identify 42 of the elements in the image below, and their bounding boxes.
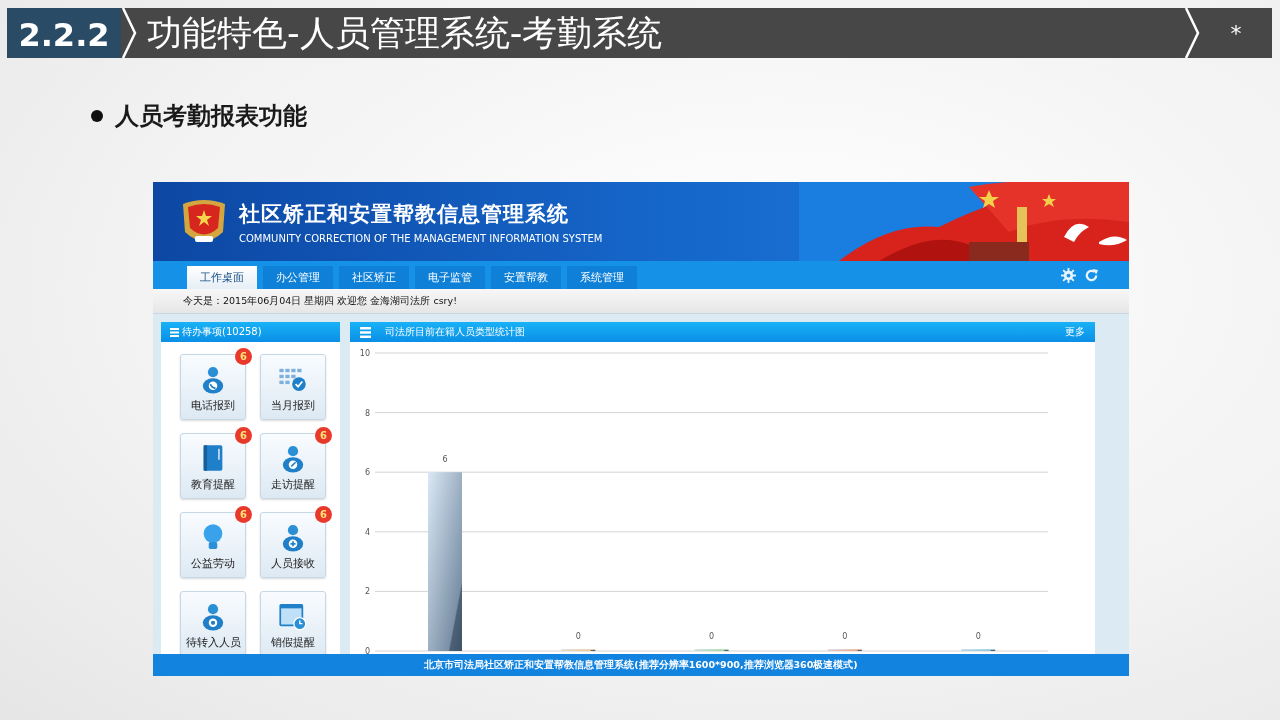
shortcut-tile[interactable]: 销假提醒 bbox=[260, 591, 326, 654]
nav-tab[interactable]: 系统管理 bbox=[567, 266, 637, 289]
data-label: 0 bbox=[975, 632, 981, 641]
slide-title: 功能特色-人员管理系统-考勤系统 bbox=[146, 11, 664, 55]
footer-text: 北京市司法局社区矫正和安置帮教信息管理系统(推荐分辨率1600*900,推荐浏览器360极速模式) bbox=[153, 654, 1129, 676]
axis-tick-label: 8 bbox=[364, 408, 370, 418]
shortcut-tile[interactable]: 当月报到 bbox=[260, 354, 326, 420]
app-title: 社区矫正和安置帮教信息管理系统 bbox=[239, 200, 570, 228]
app-subtitle: COMMUNITY CORRECTION OF THE MANAGEMENT INFORMATION SYSTEM bbox=[239, 232, 603, 244]
nav-tab[interactable]: 安置帮教 bbox=[491, 266, 561, 289]
menu-icon bbox=[170, 327, 179, 337]
corner-mark: * bbox=[1229, 19, 1243, 48]
nav-tab[interactable]: 工作桌面 bbox=[187, 266, 257, 289]
section-number: 2.2.2 bbox=[7, 8, 121, 58]
welcome-text: 今天是：2015年06月04日 星期四 欢迎您 金海湖司法所 csry! bbox=[153, 289, 1129, 314]
data-label: 6 bbox=[442, 455, 448, 465]
shortcut-tile[interactable]: 待转入人员 bbox=[180, 591, 246, 654]
count-badge: 6 bbox=[235, 348, 252, 365]
count-badge: 6 bbox=[315, 427, 332, 444]
bullet-text: 人员考勤报表功能 bbox=[115, 101, 307, 132]
axis-tick-label: 10 bbox=[359, 349, 370, 358]
settings-icon[interactable] bbox=[1061, 267, 1076, 283]
menu-icon bbox=[360, 326, 371, 338]
count-badge: 6 bbox=[235, 506, 252, 523]
axis-tick-label: 6 bbox=[364, 468, 370, 478]
chevron-icon bbox=[121, 8, 137, 58]
nav-tab[interactable]: 社区矫正 bbox=[339, 266, 409, 289]
data-label: 0 bbox=[709, 632, 715, 641]
panel-title: 待办事项(10258) bbox=[182, 325, 262, 339]
count-badge: 6 bbox=[235, 427, 252, 444]
chevron-icon bbox=[1184, 8, 1200, 58]
data-label: 0 bbox=[575, 632, 581, 641]
count-badge: 6 bbox=[315, 506, 332, 523]
nav-tab[interactable]: 电子监管 bbox=[415, 266, 485, 289]
refresh-icon[interactable] bbox=[1084, 267, 1099, 283]
axis-tick-label: 2 bbox=[364, 587, 370, 597]
nav-tab[interactable]: 办公管理 bbox=[263, 266, 333, 289]
axis-tick-label: 0 bbox=[364, 647, 370, 654]
axis-tick-label: 4 bbox=[364, 527, 370, 537]
panel-title: 司法所目前在籍人员类型统计图 bbox=[385, 325, 525, 339]
data-label: 0 bbox=[842, 632, 848, 641]
bullet-icon bbox=[91, 110, 103, 122]
